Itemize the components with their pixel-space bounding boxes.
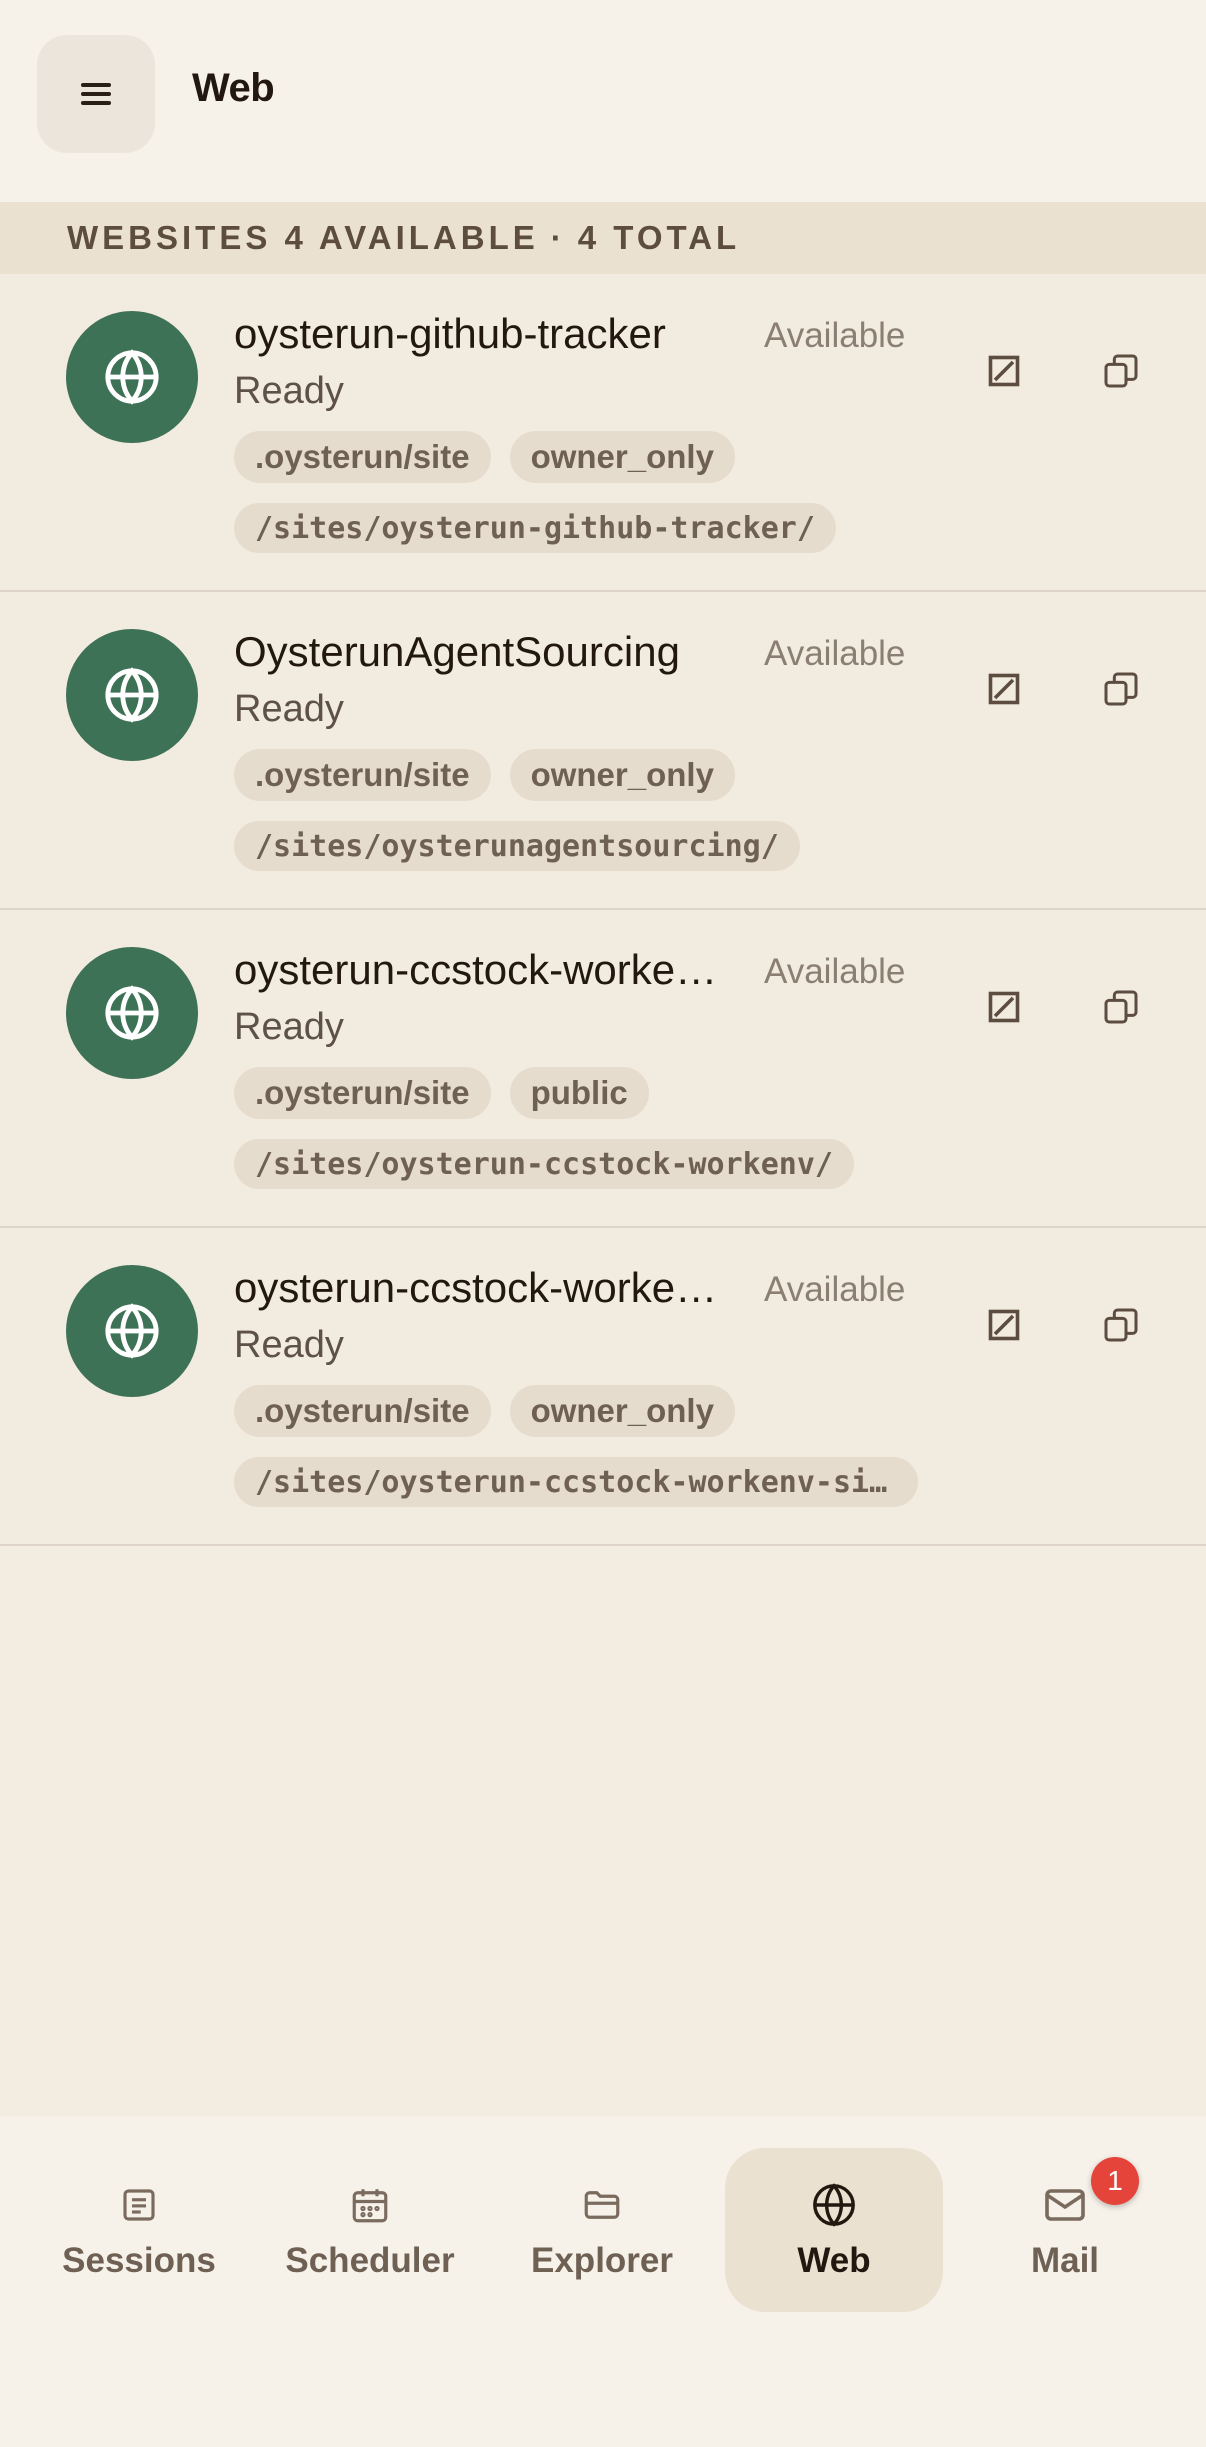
site-type-tag: .oysterun/site: [234, 431, 491, 483]
nav-item-sessions[interactable]: Sessions: [30, 2148, 248, 2312]
site-avatar: [66, 1265, 198, 1397]
copy-icon: [1104, 1308, 1138, 1342]
site-path: /sites/oysterun-ccstock-workenv-site/: [234, 1457, 918, 1507]
nav-label: Sessions: [62, 2241, 216, 2280]
section-label: Websites: [67, 219, 272, 256]
site-name: oysterun-ccstock-workenv-site: [234, 1264, 724, 1311]
website-row[interactable]: oysterun-ccstock-workenv/ Available Read…: [0, 910, 1206, 1228]
open-external-icon: [988, 355, 1020, 387]
open-external-icon: [988, 1309, 1020, 1341]
site-name: OysterunAgentSourcing: [234, 628, 680, 675]
nav-item-web[interactable]: Web: [725, 2148, 943, 2312]
site-availability: Available: [764, 1270, 906, 1309]
globe-icon: [105, 667, 159, 723]
app: Web Websites 4 available · 4 total oysteru…: [0, 0, 1206, 2447]
section-separator: ·: [550, 219, 566, 256]
site-path-text: /sites/oysterun-ccstock-workenv/: [255, 1146, 833, 1182]
site-tags: .oysterun/site owner_only: [234, 1385, 735, 1437]
copy-button[interactable]: [1086, 654, 1156, 724]
nav-item-scheduler[interactable]: Scheduler: [261, 2148, 479, 2312]
website-row[interactable]: OysterunAgentSourcing Available Ready .o…: [0, 592, 1206, 910]
unread-badge: 1: [1091, 2157, 1139, 2205]
website-row[interactable]: oysterun-github-tracker Available Ready …: [0, 274, 1206, 592]
nav-label: Scheduler: [285, 2241, 455, 2280]
nav-label: Explorer: [531, 2241, 673, 2280]
site-path-text: /sites/oysterun-ccstock-workenv-site/: [255, 1464, 897, 1500]
site-path: /sites/oysterun-github-tracker/: [234, 503, 836, 553]
open-external-button[interactable]: [969, 1290, 1039, 1360]
copy-button[interactable]: [1086, 1290, 1156, 1360]
copy-button[interactable]: [1086, 972, 1156, 1042]
site-status: Ready: [234, 688, 344, 730]
copy-icon: [1104, 354, 1138, 388]
section-total-count: 4 total: [577, 219, 741, 256]
site-status: Ready: [234, 1324, 344, 1366]
nav-label: Web: [797, 2241, 871, 2280]
globe-icon: [105, 349, 159, 405]
site-type-tag: .oysterun/site: [234, 1067, 491, 1119]
page-title: Web: [192, 66, 275, 110]
globe-icon: [811, 2179, 857, 2231]
globe-icon: [105, 1303, 159, 1359]
site-tags: .oysterun/site owner_only: [234, 431, 735, 483]
site-avatar: [66, 629, 198, 761]
open-external-icon: [988, 991, 1020, 1023]
site-status: Ready: [234, 370, 344, 412]
globe-icon: [105, 985, 159, 1041]
open-external-button[interactable]: [969, 972, 1039, 1042]
site-availability: Available: [764, 316, 906, 355]
open-external-button[interactable]: [969, 336, 1039, 406]
website-list: oysterun-github-tracker Available Ready …: [0, 274, 1206, 1546]
site-type-tag: .oysterun/site: [234, 749, 491, 801]
hamburger-menu-icon: [81, 83, 111, 105]
mail-icon: 1: [1041, 2157, 1139, 2231]
site-status: Ready: [234, 1006, 344, 1048]
site-visibility-tag: public: [509, 1067, 649, 1119]
site-name: oysterun-ccstock-workenv/: [234, 946, 724, 993]
section-available-count: 4 available: [284, 219, 539, 256]
folder-icon: [581, 2179, 623, 2231]
site-name: oysterun-github-tracker: [234, 310, 666, 357]
site-tags: .oysterun/site owner_only: [234, 749, 735, 801]
site-path: /sites/oysterunagentsourcing/: [234, 821, 800, 871]
menu-button[interactable]: [37, 35, 155, 153]
site-visibility-tag: owner_only: [509, 1385, 735, 1437]
site-availability: Available: [764, 952, 906, 991]
site-path: /sites/oysterun-ccstock-workenv/: [234, 1139, 854, 1189]
copy-icon: [1104, 672, 1138, 706]
open-external-button[interactable]: [969, 654, 1039, 724]
nav-label: Mail: [1030, 2241, 1100, 2280]
site-tags: .oysterun/site public: [234, 1067, 649, 1119]
top-bar: Web: [0, 0, 1206, 202]
site-availability: Available: [764, 634, 906, 673]
calendar-icon: [349, 2179, 391, 2231]
site-avatar: [66, 947, 198, 1079]
nav-item-mail[interactable]: 1 Mail: [956, 2148, 1174, 2312]
copy-button[interactable]: [1086, 336, 1156, 406]
site-avatar: [66, 311, 198, 443]
website-row[interactable]: oysterun-ccstock-workenv-site Available …: [0, 1228, 1206, 1546]
nav-item-explorer[interactable]: Explorer: [493, 2148, 711, 2312]
site-path-text: /sites/oysterun-github-tracker/: [255, 510, 815, 546]
site-path-text: /sites/oysterunagentsourcing/: [255, 828, 779, 864]
document-lines-icon: [118, 2179, 160, 2231]
site-visibility-tag: owner_only: [509, 431, 735, 483]
open-external-icon: [988, 673, 1020, 705]
copy-icon: [1104, 990, 1138, 1024]
site-visibility-tag: owner_only: [509, 749, 735, 801]
site-type-tag: .oysterun/site: [234, 1385, 491, 1437]
section-header: Websites 4 available · 4 total: [0, 202, 1206, 274]
bottom-nav: Sessions Scheduler Explorer Web 1 Mail: [0, 2116, 1206, 2447]
